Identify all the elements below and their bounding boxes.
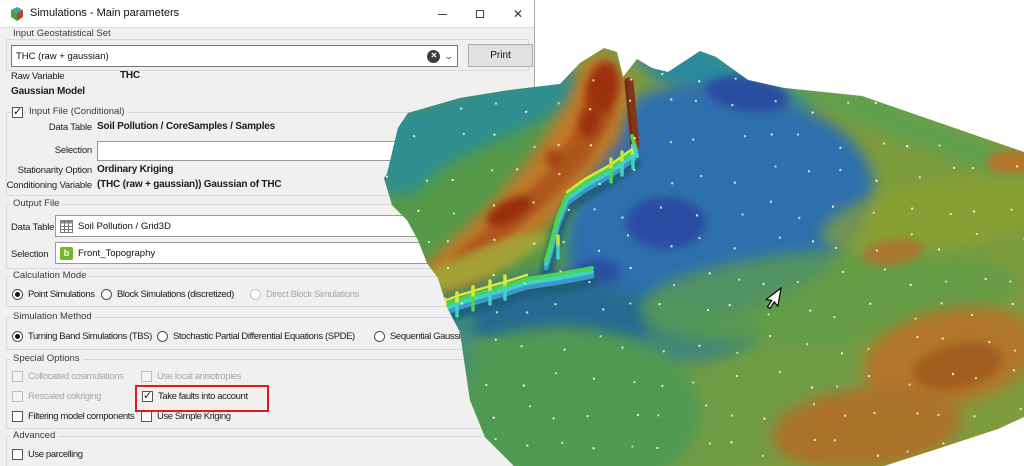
terrain-surface xyxy=(384,48,1024,466)
screen: Simulations - Main parameters ✕ Input Ge… xyxy=(0,0,1024,466)
3d-viewport[interactable] xyxy=(0,0,1024,466)
